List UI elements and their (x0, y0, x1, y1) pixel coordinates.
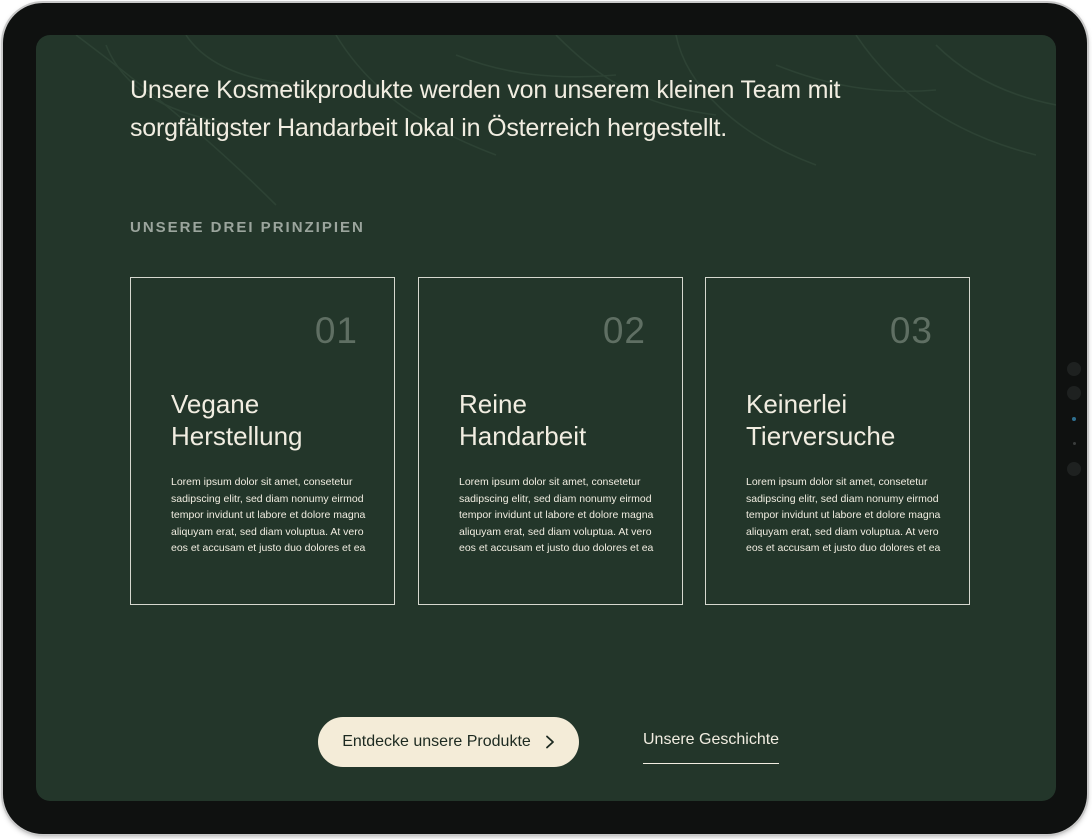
card-title-line-1: Keinerlei (746, 389, 848, 419)
sensor-dot (1067, 362, 1081, 376)
card-title: Keinerlei Tierversuche (746, 388, 946, 452)
our-story-link[interactable]: Unsere Geschichte (643, 731, 780, 764)
card-number: 02 (602, 310, 646, 351)
principle-card-cruelty-free: 03 Keinerlei Tierversuche Lorem ipsum do… (705, 277, 970, 605)
chevron-right-icon (545, 735, 554, 749)
sensor-dot (1067, 386, 1081, 400)
card-title: Reine Handarbeit (459, 388, 659, 452)
card-title-line-2: Herstellung (171, 421, 303, 451)
intro-heading: Unsere Kosmetikprodukte werden von unser… (130, 76, 841, 142)
card-description: Lorem ipsum dolor sit amet, consetetur s… (171, 476, 366, 555)
discover-products-button[interactable]: Entdecke unsere Produkte (318, 717, 579, 767)
sensor-dot (1067, 462, 1081, 476)
card-title-line-1: Reine (459, 389, 527, 419)
card-title-line-2: Handarbeit (459, 421, 587, 451)
camera-indicator-dot (1072, 417, 1076, 421)
discover-products-label: Entdecke unsere Produkte (342, 733, 531, 750)
principles-section-label: UNSERE DREI PRINZIPIEN (130, 219, 365, 236)
sensor-dot (1073, 442, 1076, 445)
card-title: Vegane Herstellung (171, 388, 371, 452)
card-description: Lorem ipsum dolor sit amet, consetetur s… (746, 476, 941, 555)
card-number: 03 (889, 310, 933, 351)
card-number: 01 (314, 310, 358, 351)
device-side-sensors (1067, 359, 1083, 519)
principle-card-handmade: 02 Reine Handarbeit Lorem ipsum dolor si… (418, 277, 683, 605)
card-title-line-1: Vegane (171, 389, 260, 419)
principle-card-vegan: 01 Vegane Herstellung Lorem ipsum dolor … (130, 277, 395, 605)
screen: Unsere Kosmetikprodukte werden von unser… (36, 35, 1056, 801)
card-description: Lorem ipsum dolor sit amet, consetetur s… (459, 476, 654, 555)
tablet-frame: Unsere Kosmetikprodukte werden von unser… (3, 3, 1087, 834)
card-title-line-2: Tierversuche (746, 421, 896, 451)
